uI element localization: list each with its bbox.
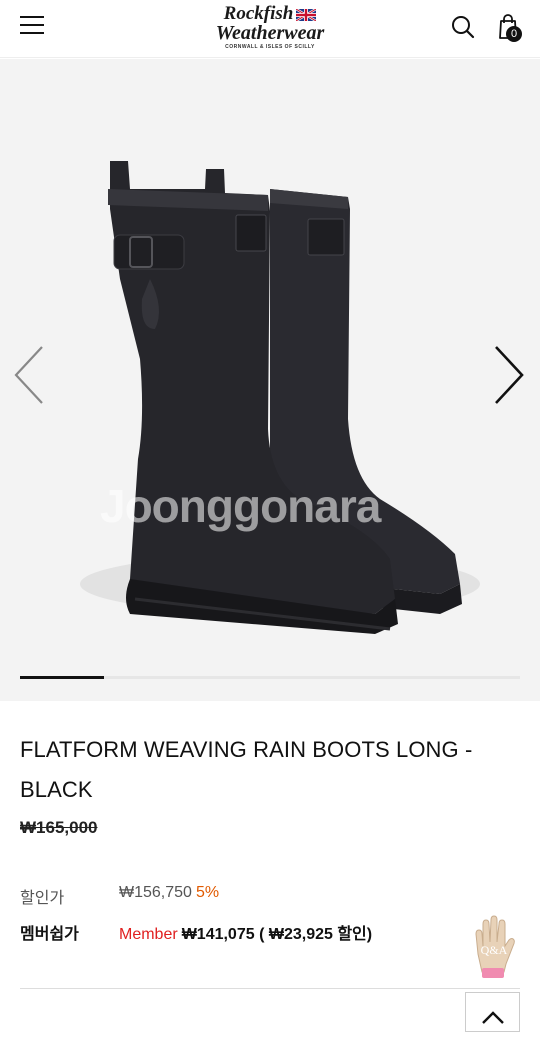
discount-percent: 5%: [195, 884, 220, 901]
logo[interactable]: Rockfish Weatherwear CORNWALL & ISLES OF…: [200, 4, 340, 52]
member-tag: Member: [119, 926, 178, 943]
member-label: 멤버쉽가: [20, 926, 79, 943]
product-title: FLATFORM WEAVING RAIN BOOTS LONG - BLACK: [20, 737, 473, 802]
product-image-gallery[interactable]: Joonggonara: [0, 59, 540, 701]
logo-line1: Rockfish: [223, 3, 294, 24]
divider: [20, 988, 520, 989]
chevron-right-icon[interactable]: [490, 345, 526, 405]
chevron-up-icon: [482, 1011, 504, 1024]
member-price: ₩141,075 ( ₩23,925 할인): [181, 926, 373, 943]
search-icon[interactable]: [450, 14, 476, 40]
uk-flag-icon: [296, 8, 317, 21]
logo-line2: Weatherwear: [215, 22, 325, 44]
cart-icon[interactable]: 0: [496, 12, 526, 44]
product-image-rain-boots: [80, 161, 480, 634]
scroll-top-button[interactable]: [465, 992, 520, 1032]
header: Rockfish Weatherwear CORNWALL & ISLES OF…: [0, 0, 540, 58]
chevron-left-icon[interactable]: [12, 345, 48, 405]
discount-price: ₩156,750: [119, 884, 192, 901]
cart-count-badge: 0: [506, 26, 522, 42]
discount-label: 할인가: [20, 890, 65, 907]
qa-label: Q&A: [481, 943, 508, 957]
glove-qa-icon[interactable]: Q&A: [468, 912, 520, 982]
watermark: Joonggonara: [100, 480, 381, 532]
slide-progress-indicator: [20, 676, 104, 679]
product-info: FLATFORM WEAVING RAIN BOOTS LONG - BLACK…: [20, 730, 520, 838]
menu-icon[interactable]: [20, 16, 46, 38]
original-price: ₩165,000: [20, 818, 98, 837]
logo-tagline: CORNWALL & ISLES OF SCILLY: [225, 44, 315, 50]
